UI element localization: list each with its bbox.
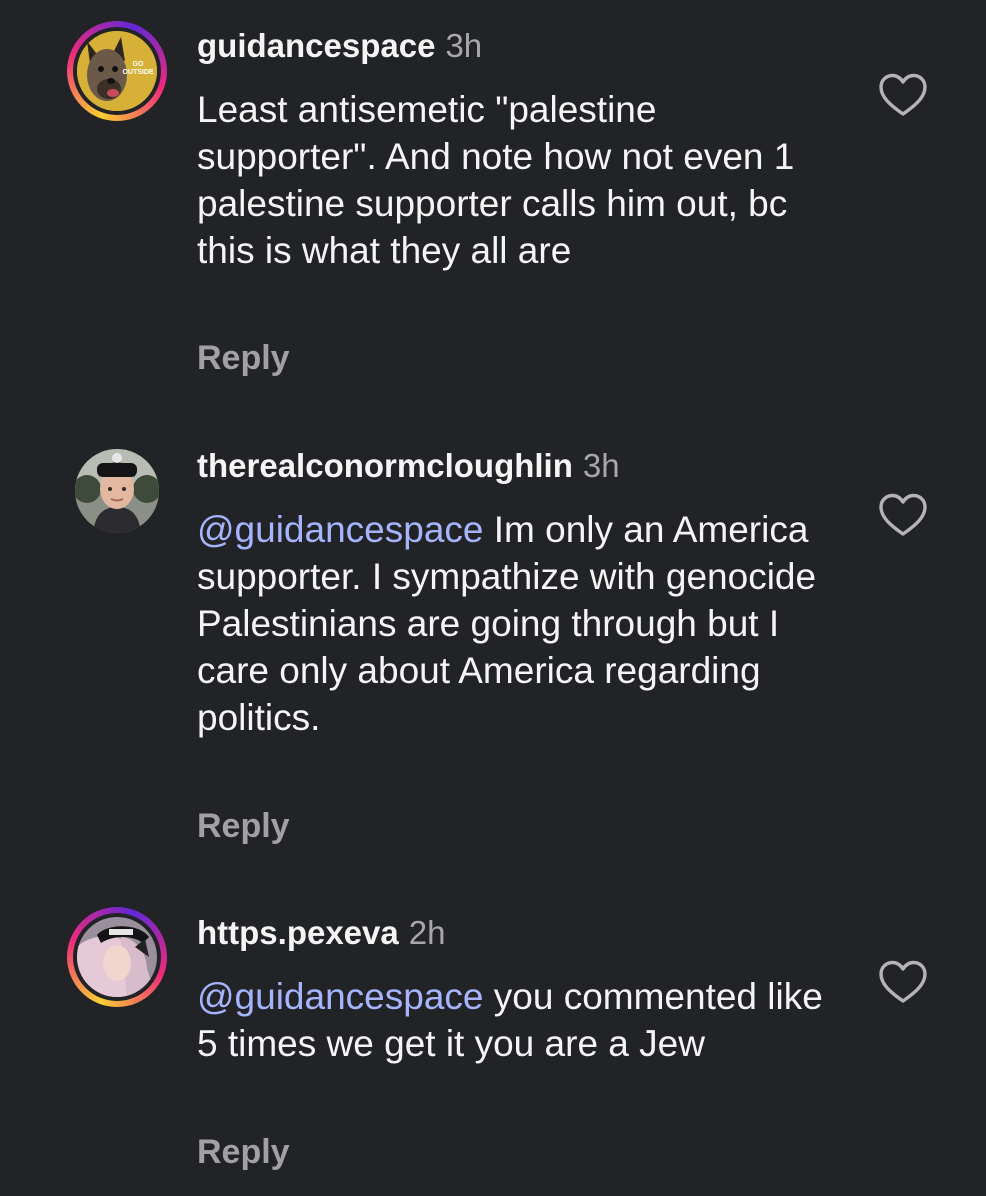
heart-outline-icon [879,960,927,1003]
timestamp: 2h [408,914,446,951]
avatar-caption: GO OUTSIDE [122,61,154,76]
reply-button[interactable]: Reply [197,338,290,378]
person-avatar-icon [77,917,157,997]
timestamp: 3h [582,447,620,484]
heart-outline-icon [879,73,927,116]
mention-link[interactable]: @guidancespace [197,509,483,550]
avatar[interactable] [67,441,167,541]
comment-text: Least antisemetic "palestine supporter".… [197,86,827,274]
username-link[interactable]: guidancespace [197,27,435,64]
like-button[interactable] [878,73,928,117]
avatar[interactable]: GO OUTSIDE [67,21,167,121]
mention-link[interactable]: @guidancespace [197,976,483,1017]
timestamp: 3h [445,27,483,64]
avatar[interactable] [67,907,167,1007]
comment-item: GO OUTSIDE guidancespace 3h Least antisem… [0,0,986,400]
comment-header: therealconormcloughlin 3h [197,446,620,486]
person-avatar-icon [75,449,159,533]
comment-header: guidancespace 3h [197,26,482,66]
comment-header: https.pexeva 2h [197,913,445,953]
username-link[interactable]: https.pexeva [197,914,399,951]
comment-body: Least antisemetic "palestine supporter".… [197,89,795,271]
dog-avatar-icon: GO OUTSIDE [77,31,157,111]
comment-text: @guidancespace Im only an America suppor… [197,506,827,741]
reply-button[interactable]: Reply [197,806,290,846]
comment-text: @guidancespace you commented like 5 time… [197,973,827,1067]
like-button[interactable] [878,960,928,1004]
heart-outline-icon [879,493,927,536]
username-link[interactable]: therealconormcloughlin [197,447,573,484]
like-button[interactable] [878,493,928,537]
reply-button[interactable]: Reply [197,1132,290,1172]
